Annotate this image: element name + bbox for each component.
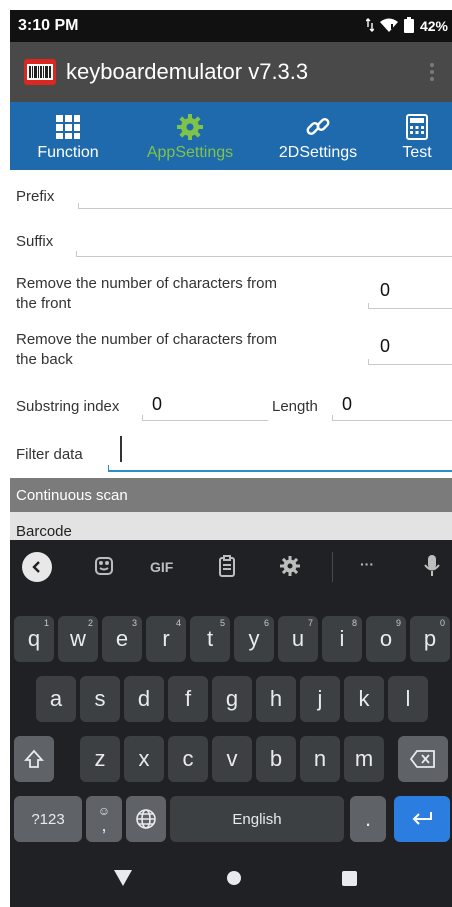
key-n[interactable]: n	[300, 736, 340, 782]
remove-front-label: Remove the number of characters from the…	[16, 275, 277, 312]
remove-back-value: 0	[380, 336, 391, 356]
filter-data-input[interactable]	[108, 438, 452, 472]
key-r[interactable]: r4	[146, 616, 186, 662]
filter-data-label: Filter data	[16, 446, 83, 463]
gif-button[interactable]: GIF	[150, 559, 173, 575]
soft-keyboard: GIF ··· ?123 ☺ , English . q 1 w 2 e 3 r…	[10, 540, 452, 846]
key-e[interactable]: e3	[102, 616, 142, 662]
tab-appsettings[interactable]: AppSettings	[126, 102, 254, 170]
status-time: 3:10 PM	[18, 17, 79, 34]
key-hint: 8	[351, 618, 357, 628]
key-d[interactable]: d	[124, 676, 164, 722]
back-triangle-icon[interactable]	[114, 870, 132, 891]
key-b[interactable]: b	[256, 736, 296, 782]
tab-function[interactable]: Function	[10, 102, 126, 170]
key-hint: 5	[219, 618, 225, 628]
battery-percent: 42%	[419, 18, 448, 34]
tab-test[interactable]: Test	[382, 102, 452, 170]
key-hint: 0	[439, 618, 445, 628]
key-k[interactable]: k	[344, 676, 384, 722]
key-g[interactable]: g	[212, 676, 252, 722]
tab-bar: Function AppSettings 2DSettings Test	[10, 102, 452, 170]
tab-label: Test	[402, 144, 432, 161]
calculator-icon	[404, 114, 430, 140]
key-s[interactable]: s	[80, 676, 120, 722]
navigation-bar	[10, 846, 452, 907]
app-title: keyboardemulator v7.3.3	[66, 59, 309, 84]
data-arrows-icon	[365, 17, 375, 35]
key-c[interactable]: c	[168, 736, 208, 782]
gear-icon[interactable]	[280, 556, 300, 579]
key-x[interactable]: x	[124, 736, 164, 782]
key-hint: 3	[131, 618, 137, 628]
key-hint: 6	[263, 618, 269, 628]
enter-key[interactable]	[394, 796, 450, 842]
app-bar: keyboardemulator v7.3.3	[10, 42, 452, 102]
substring-index-label: Substring index	[16, 398, 120, 415]
key-t[interactable]: t5	[190, 616, 230, 662]
remove-front-value: 0	[380, 280, 391, 300]
key-f[interactable]: f	[168, 676, 208, 722]
prefix-input[interactable]	[78, 188, 452, 209]
toolbar-divider	[332, 552, 333, 582]
key-v[interactable]: v	[212, 736, 252, 782]
wifi-icon	[379, 18, 398, 35]
key-h[interactable]: h	[256, 676, 296, 722]
grid-icon	[55, 114, 81, 140]
tab-2dsettings[interactable]: 2DSettings	[254, 102, 382, 170]
key-o[interactable]: o9	[366, 616, 406, 662]
recents-icon[interactable]	[342, 871, 357, 891]
home-icon[interactable]	[226, 870, 242, 891]
chevron-left-icon[interactable]	[22, 552, 52, 582]
comma-key[interactable]: ☺ ,	[86, 796, 122, 842]
suffix-label: Suffix	[16, 233, 54, 250]
battery-icon	[403, 16, 414, 36]
key-hint: 4	[175, 618, 181, 628]
key-m[interactable]: m	[344, 736, 384, 782]
suffix-input[interactable]	[76, 234, 452, 257]
link-icon	[305, 114, 331, 140]
substring-index-value: 0	[152, 394, 163, 414]
key-hint: 1	[43, 618, 49, 628]
key-y[interactable]: y6	[234, 616, 274, 662]
tab-label: AppSettings	[146, 144, 234, 161]
prefix-label: Prefix	[16, 188, 55, 205]
barcode-logo-icon	[24, 59, 56, 85]
key-p[interactable]: p0	[410, 616, 450, 662]
key-q[interactable]: q1	[14, 616, 54, 662]
length-value: 0	[342, 394, 353, 414]
globe-icon[interactable]	[126, 796, 166, 842]
shift-key[interactable]	[14, 736, 54, 782]
length-label: Length	[272, 398, 318, 415]
overflow-menu-icon[interactable]	[430, 63, 434, 81]
sticker-icon[interactable]	[94, 556, 114, 579]
period-key[interactable]: .	[350, 796, 386, 842]
more-icon[interactable]: ···	[360, 556, 374, 572]
tab-label: Function	[37, 144, 99, 161]
key-w[interactable]: w2	[58, 616, 98, 662]
key-i[interactable]: i8	[322, 616, 362, 662]
backspace-key[interactable]	[398, 736, 448, 782]
microphone-icon[interactable]	[424, 554, 440, 581]
key-j[interactable]: j	[300, 676, 340, 722]
tab-label: 2DSettings	[278, 144, 358, 161]
symbols-key[interactable]: ?123	[14, 796, 82, 842]
key-l[interactable]: l	[388, 676, 428, 722]
continuous-scan-header: Continuous scan	[10, 478, 452, 512]
status-bar: 3:10 PM 42%	[10, 10, 452, 42]
screen: 3:10 PM 42% keyboardemulator v7.3.3 Func…	[0, 0, 452, 907]
barcode-row[interactable]: Barcode	[10, 512, 452, 540]
key-hint: 2	[87, 618, 93, 628]
key-z[interactable]: z	[80, 736, 120, 782]
text-cursor	[120, 436, 122, 462]
key-u[interactable]: u7	[278, 616, 318, 662]
key-a[interactable]: a	[36, 676, 76, 722]
clipboard-icon[interactable]	[218, 555, 236, 580]
gear-icon	[177, 114, 203, 140]
remove-back-label: Remove the number of characters from the…	[16, 331, 277, 368]
space-key[interactable]: English	[170, 796, 344, 842]
key-hint: 9	[395, 618, 401, 628]
keyboard-toolbar: GIF ···	[10, 540, 452, 594]
key-hint: 7	[307, 618, 313, 628]
